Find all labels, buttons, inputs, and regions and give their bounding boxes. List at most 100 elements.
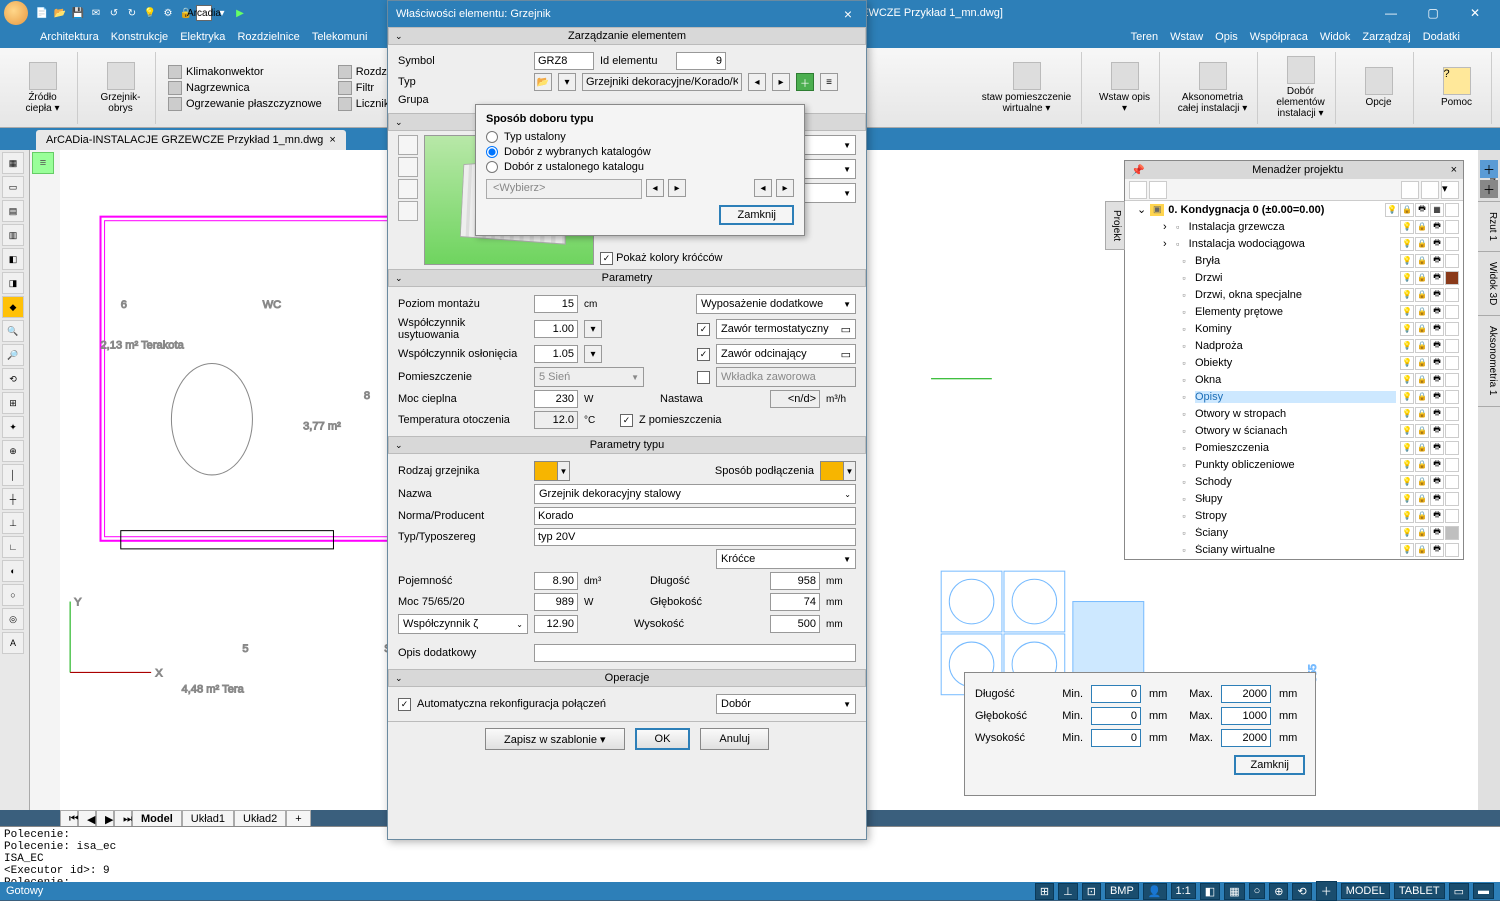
tool-button[interactable]: │: [2, 464, 24, 486]
wo-input[interactable]: [534, 345, 578, 363]
lock-icon[interactable]: 🔒: [1415, 373, 1429, 387]
status-toggle[interactable]: ▦: [1224, 883, 1244, 900]
depth-max-input[interactable]: [1221, 707, 1271, 725]
color-swatch[interactable]: [1445, 305, 1459, 319]
chevron-icon[interactable]: ⌄: [395, 673, 403, 684]
qat-play-icon[interactable]: ▶: [232, 5, 248, 21]
lock-icon[interactable]: 🔒: [1415, 424, 1429, 438]
level-input[interactable]: [534, 295, 578, 313]
status-toggle[interactable]: ⊞: [1035, 883, 1054, 900]
ports-combo[interactable]: Króćce▼: [716, 549, 856, 569]
menu-item[interactable]: Telekomuni: [312, 31, 368, 43]
maximize-button[interactable]: ▢: [1412, 0, 1454, 26]
valve1-combo[interactable]: Zawór termostatyczny▭: [716, 319, 856, 339]
menu-item[interactable]: Opis: [1215, 31, 1238, 43]
power-input[interactable]: [534, 390, 578, 408]
lock-icon[interactable]: 🔒: [1415, 220, 1429, 234]
color-swatch[interactable]: [1445, 526, 1459, 540]
tool-button[interactable]: ▤: [2, 200, 24, 222]
bulb-icon[interactable]: 💡: [1400, 390, 1414, 404]
chevron-icon[interactable]: ⌄: [395, 273, 403, 284]
minimize-button[interactable]: —: [1370, 0, 1412, 26]
color-swatch[interactable]: [1445, 509, 1459, 523]
cancel-button[interactable]: Anuluj: [700, 728, 769, 750]
tree-row[interactable]: ▫Drzwi, okna specjalne💡🔒🖶: [1125, 286, 1463, 303]
bulb-icon[interactable]: 💡: [1385, 203, 1399, 217]
tree-row[interactable]: ▫Słupy💡🔒🖶: [1125, 490, 1463, 507]
tree-row[interactable]: ▫Obiekty💡🔒🖶: [1125, 354, 1463, 371]
menu-item[interactable]: Rozdzielnice: [237, 31, 299, 43]
lock-icon[interactable]: 🔒: [1415, 441, 1429, 455]
print-icon[interactable]: 🖶: [1430, 526, 1444, 540]
tree-row[interactable]: ▫Punkty obliczeniowe💡🔒🖶: [1125, 456, 1463, 473]
bulb-icon[interactable]: 💡: [1400, 475, 1414, 489]
tree-row[interactable]: ›▫Instalacja grzewcza💡🔒🖶: [1125, 218, 1463, 235]
ribbon-button[interactable]: Grzejnik-obrys: [86, 52, 156, 124]
print-icon[interactable]: 🖶: [1430, 254, 1444, 268]
save-template-button[interactable]: Zapisz w szablonie ▾: [485, 728, 625, 750]
nav-icon[interactable]: ◂: [646, 179, 664, 197]
add-button[interactable]: ＋: [1480, 180, 1498, 198]
tool-button[interactable]: ⊞: [2, 392, 24, 414]
status-toggle[interactable]: ○: [1249, 883, 1266, 899]
bulb-icon[interactable]: 💡: [1400, 254, 1414, 268]
tool-button[interactable]: ◐: [2, 560, 24, 582]
close-icon[interactable]: ×: [838, 6, 858, 22]
bulb-icon[interactable]: 💡: [1400, 373, 1414, 387]
bulb-icon[interactable]: 💡: [1400, 509, 1414, 523]
bulb-icon[interactable]: 💡: [1400, 407, 1414, 421]
qat-icon[interactable]: ↺: [106, 5, 122, 21]
ribbon-small-button[interactable]: Klimakonwektor: [168, 65, 322, 79]
view-icon[interactable]: [398, 201, 418, 221]
document-tab[interactable]: ArCADia-INSTALACJE GRZEWCZE Przykład 1_m…: [36, 130, 346, 150]
tree-row[interactable]: ▫Ściany wirtualne💡🔒🖶: [1125, 541, 1463, 558]
ribbon-button[interactable]: Źródło ciepła ▾: [8, 52, 78, 124]
close-button[interactable]: Zamknij: [1234, 755, 1305, 775]
bulb-icon[interactable]: 💡: [1400, 288, 1414, 302]
symbol-input[interactable]: [534, 52, 594, 70]
color-swatch[interactable]: [1445, 254, 1459, 268]
status-toggle[interactable]: ＋: [1316, 881, 1337, 901]
pm-tool-icon[interactable]: [1401, 181, 1419, 199]
catalog-select[interactable]: <Wybierz>: [486, 179, 642, 199]
type-open-icon[interactable]: 📂: [534, 73, 552, 91]
print-icon[interactable]: 🖶: [1430, 543, 1444, 557]
valve2-checkbox[interactable]: ✓: [697, 348, 710, 361]
status-toggle[interactable]: 👤: [1143, 883, 1167, 900]
print-icon[interactable]: 🖶: [1430, 407, 1444, 421]
bulb-icon[interactable]: 💡: [1400, 271, 1414, 285]
color-swatch[interactable]: [1445, 492, 1459, 506]
typeseries-input[interactable]: [534, 528, 856, 546]
pm-tool-icon[interactable]: [1129, 181, 1147, 199]
ribbon-small-button[interactable]: Nagrzewnica: [168, 81, 322, 95]
dobor-combo[interactable]: Dobór▼: [716, 694, 856, 714]
status-toggle[interactable]: ▭: [1449, 883, 1469, 900]
bulb-icon[interactable]: 💡: [1400, 339, 1414, 353]
depth-min-input[interactable]: [1091, 707, 1141, 725]
height-max-input[interactable]: [1221, 729, 1271, 747]
menu-item[interactable]: Konstrukcje: [111, 31, 168, 43]
layout-combo[interactable]: Arcadia: [196, 5, 212, 21]
tool-button[interactable]: ◧: [2, 248, 24, 270]
color-swatch[interactable]: [1445, 203, 1459, 217]
lock-icon[interactable]: 🔒: [1415, 475, 1429, 489]
id-input[interactable]: [676, 52, 726, 70]
tree-row[interactable]: ▫Otwory w stropach💡🔒🖶: [1125, 405, 1463, 422]
nav-icon[interactable]: ◂: [754, 179, 772, 197]
zeta-combo[interactable]: Współczynnik ζ⌄: [398, 614, 528, 634]
tree-row[interactable]: ▫Okna💡🔒🖶: [1125, 371, 1463, 388]
bulb-icon[interactable]: 💡: [1400, 305, 1414, 319]
color-swatch[interactable]: [1445, 390, 1459, 404]
qat-icon[interactable]: 📂: [52, 5, 68, 21]
bulb-icon[interactable]: 💡: [1400, 424, 1414, 438]
lock-icon[interactable]: 🔒: [1415, 407, 1429, 421]
ribbon-small-button[interactable]: Ogrzewanie płaszczyznowe: [168, 97, 322, 111]
tool-button[interactable]: ⟲: [2, 368, 24, 390]
tree-row[interactable]: ▫Otwory w ścianach💡🔒🖶: [1125, 422, 1463, 439]
zeta-input[interactable]: [534, 615, 578, 633]
color-swatch[interactable]: [1445, 475, 1459, 489]
tool-button[interactable]: ∟: [2, 536, 24, 558]
equipment-combo[interactable]: Wyposażenie dodatkowe▼: [696, 294, 856, 314]
bulb-icon[interactable]: 💡: [1400, 492, 1414, 506]
menu-item[interactable]: Teren: [1131, 31, 1159, 43]
